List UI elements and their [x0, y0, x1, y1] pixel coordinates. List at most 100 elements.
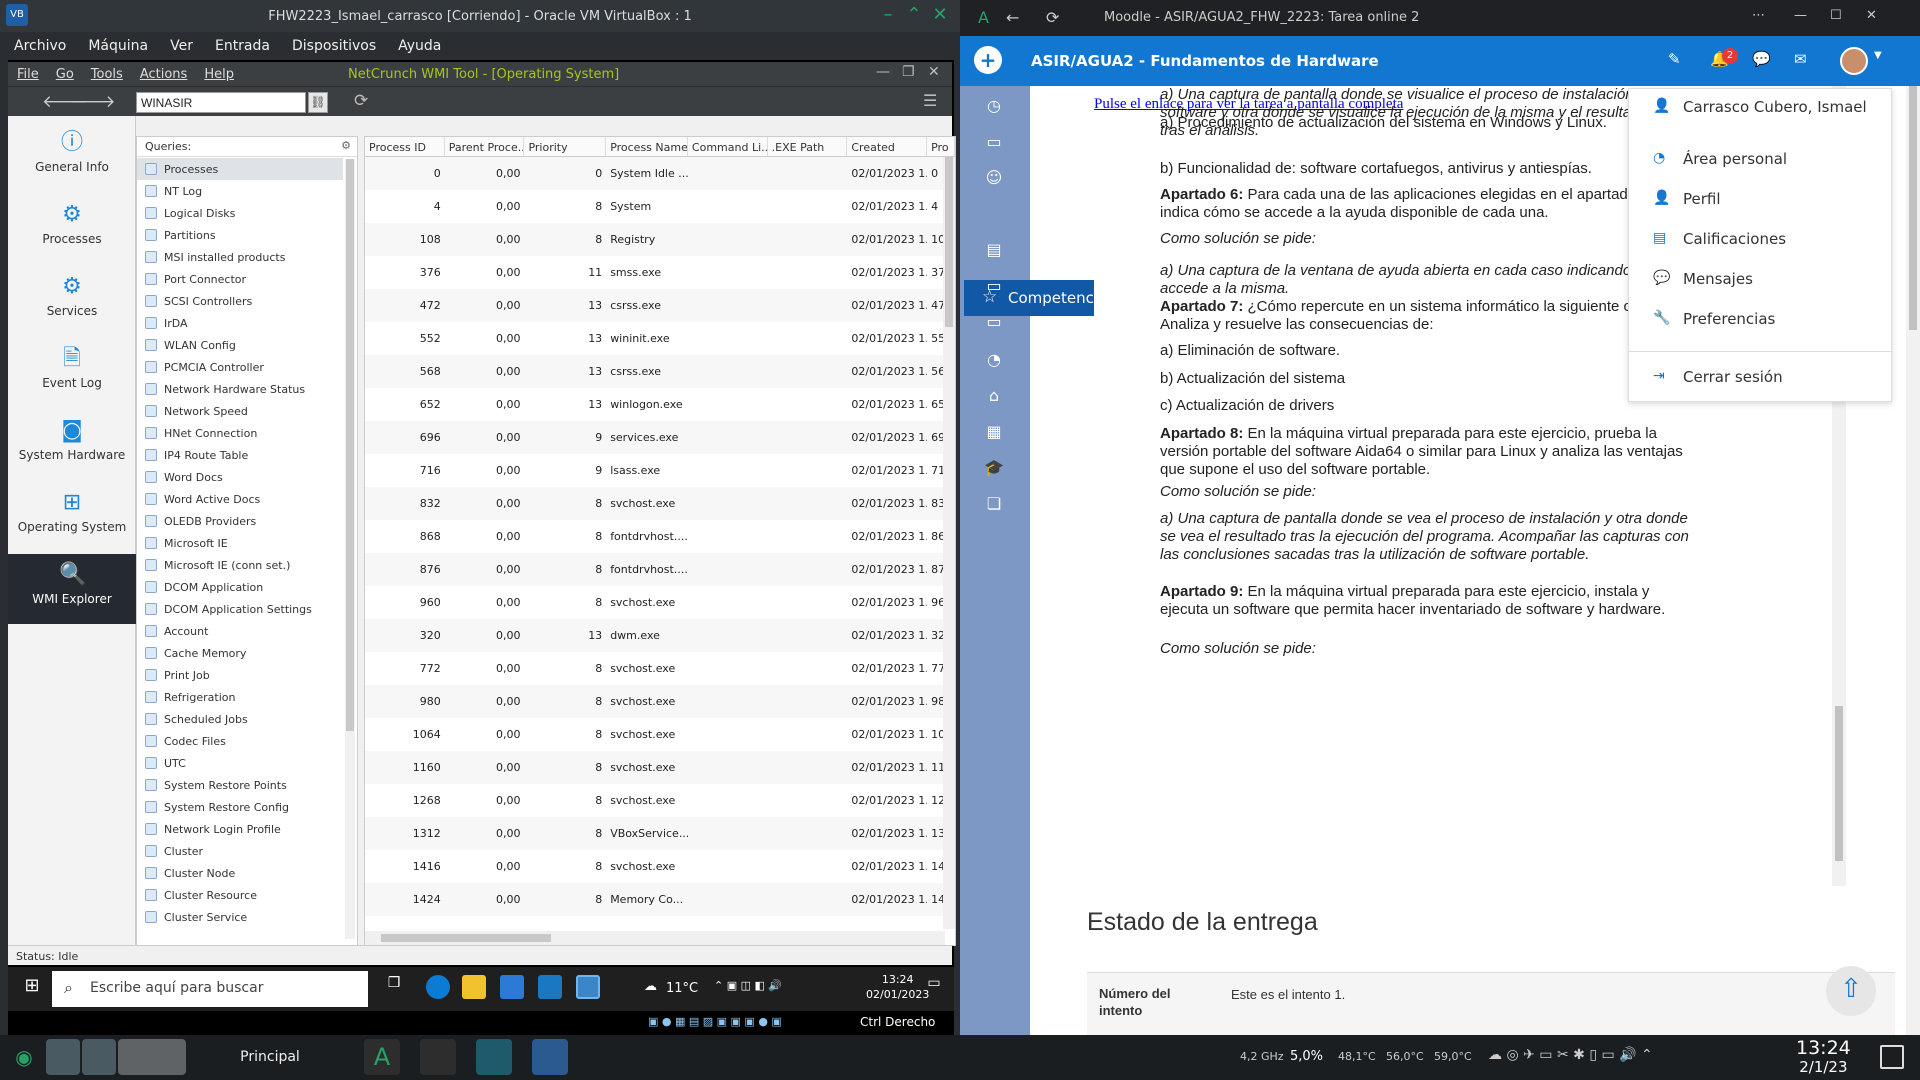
user-menu-mensajes[interactable]: 💬 Mensajes	[1629, 261, 1893, 297]
query-item[interactable]: Processes	[137, 158, 343, 180]
query-item[interactable]: Cache Memory	[137, 642, 343, 664]
query-item[interactable]: System Restore Config	[137, 796, 343, 818]
column-header[interactable]: Command Li...	[688, 137, 768, 156]
nav-event-log[interactable]: 🗎 Event Log	[8, 338, 136, 408]
table-row[interactable]: 13120,008VBoxService....02/01/2023 1...1…	[365, 817, 955, 850]
column-header[interactable]: Process ID	[365, 137, 445, 156]
table-row[interactable]: 14160,008svchost.exe02/01/2023 1...141	[365, 850, 955, 883]
nav-wmi-explorer[interactable]: 🔍 WMI Explorer	[8, 554, 136, 624]
query-item[interactable]: Word Active Docs	[137, 488, 343, 510]
table-row[interactable]: 8760,008fontdrvhost....02/01/2023 1...87…	[365, 553, 955, 586]
store-icon[interactable]	[500, 975, 524, 999]
edge-icon[interactable]	[426, 975, 450, 999]
query-item[interactable]: Microsoft IE (conn set.)	[137, 554, 343, 576]
pin-icon[interactable]: ✎	[1668, 50, 1681, 68]
minimize-icon[interactable]: –	[876, 4, 900, 25]
folder-icon[interactable]: ▭	[983, 132, 1005, 154]
query-item[interactable]: System Restore Points	[137, 774, 343, 796]
query-item[interactable]: Network Hardware Status	[137, 378, 343, 400]
users-icon[interactable]: ☺	[983, 168, 1005, 190]
virtualbox-icon[interactable]	[532, 1039, 568, 1075]
nav-system-hardware[interactable]: ◙ System Hardware	[8, 410, 136, 480]
queries-scrollbar[interactable]	[345, 159, 355, 939]
table-row[interactable]: 8320,008svchost.exe02/01/2023 1...832	[365, 487, 955, 520]
table-row[interactable]: 00,000System Idle ...02/01/2023 1...0	[365, 157, 955, 190]
table-row[interactable]: 7720,008svchost.exe02/01/2023 1...772	[365, 652, 955, 685]
query-item[interactable]: Cluster Node	[137, 862, 343, 884]
query-item[interactable]: IP4 Route Table	[137, 444, 343, 466]
link-icon[interactable]: ⛓	[308, 92, 328, 113]
query-item[interactable]: Network Login Profile	[137, 818, 343, 840]
tray-icons[interactable]: ⌃ ▣ ◫ ◧ 🔊	[714, 979, 782, 992]
chevron-down-icon[interactable]: ▼	[1874, 50, 1882, 61]
minimize-icon[interactable]: —	[1794, 8, 1807, 23]
app-launcher-icon[interactable]: ◉	[6, 1039, 42, 1075]
query-item[interactable]: OLEDB Providers	[137, 510, 343, 532]
user-menu-name[interactable]: 👤 Carrasco Cubero, Ismael	[1629, 89, 1893, 125]
table-row[interactable]: 5520,0013wininit.exe02/01/2023 1...552	[365, 322, 955, 355]
maximize-icon[interactable]: ⌃	[902, 4, 926, 25]
dashboard-icon[interactable]: ◔	[983, 350, 1005, 372]
menu-ayuda[interactable]: Ayuda	[398, 38, 441, 54]
app-icon-a[interactable]: A	[364, 1039, 400, 1075]
column-header[interactable]: Parent Proce...	[445, 137, 525, 156]
computer-address-input[interactable]	[136, 92, 306, 113]
menu-help[interactable]: Help	[204, 67, 234, 82]
query-item[interactable]: Word Docs	[137, 466, 343, 488]
menu-ver[interactable]: Ver	[170, 38, 193, 54]
home-icon[interactable]: ⌂	[983, 386, 1005, 408]
table-row[interactable]: 6520,0013winlogon.exe02/01/2023 1...652	[365, 388, 955, 421]
desktop-3[interactable]	[118, 1039, 186, 1075]
table-row[interactable]: 6960,009services.exe02/01/2023 1...696	[365, 421, 955, 454]
table-row[interactable]: 7160,009lsass.exe02/01/2023 1...716	[365, 454, 955, 487]
table-row[interactable]: 10640,008svchost.exe02/01/2023 1...106	[365, 718, 955, 751]
menu-tools[interactable]: Tools	[91, 67, 123, 82]
minimize-icon[interactable]: —	[876, 64, 890, 80]
table-row[interactable]: 11600,008svchost.exe02/01/2023 1...116	[365, 751, 955, 784]
reload-icon[interactable]: ⟳	[1046, 8, 1059, 27]
table-row[interactable]: 3200,0013dwm.exe02/01/2023 1...320	[365, 619, 955, 652]
user-menu-preferencias[interactable]: 🔧 Preferencias	[1629, 301, 1893, 337]
close-icon[interactable]: ✕	[928, 64, 940, 80]
search-input[interactable]: ⌕ Escribe aquí para buscar	[52, 971, 368, 1007]
query-item[interactable]: Microsoft IE	[137, 532, 343, 554]
query-item[interactable]: Print Job	[137, 664, 343, 686]
table-vertical-scrollbar[interactable]	[943, 157, 955, 929]
table-row[interactable]: 12680,008svchost.exe02/01/2023 1...126	[365, 784, 955, 817]
files-icon[interactable]	[476, 1039, 512, 1075]
query-item[interactable]: MSI installed products	[137, 246, 343, 268]
folder-icon[interactable]: ▭	[983, 312, 1005, 334]
table-row[interactable]: 40,008System02/01/2023 1...4	[365, 190, 955, 223]
desktop-1[interactable]	[46, 1039, 80, 1075]
course-title[interactable]: ASIR/AGUA2 - Fundamentos de Hardware	[1031, 52, 1379, 70]
chat-icon[interactable]: 💬	[1752, 50, 1771, 68]
query-item[interactable]: NT Log	[137, 180, 343, 202]
menu-file[interactable]: File	[17, 67, 39, 82]
menu-maquina[interactable]: Máquina	[88, 38, 148, 54]
query-item[interactable]: Codec Files	[137, 730, 343, 752]
host-clock[interactable]: 13:24 2/1/23	[1796, 1039, 1851, 1077]
query-item[interactable]: DCOM Application Settings	[137, 598, 343, 620]
nav-services[interactable]: ⚙ Services	[8, 266, 136, 336]
back-arrow-icon[interactable]: ←	[1006, 8, 1019, 27]
maximize-icon[interactable]: ☐	[1830, 8, 1842, 23]
device-icons[interactable]: ▣ ● ▦ ▤ ▨ ▣ ▣ ▣ ● ▣	[648, 1015, 782, 1028]
user-menu-calificaciones[interactable]: ▤ Calificaciones	[1629, 221, 1893, 257]
mail-icon[interactable]: ✉	[1794, 50, 1807, 68]
query-item[interactable]: Network Speed	[137, 400, 343, 422]
file-explorer-icon[interactable]	[462, 975, 486, 999]
table-row[interactable]: 9800,008svchost.exe02/01/2023 1...980	[365, 685, 955, 718]
system-tray-icons[interactable]: ☁ ◎ ✈ ▭ ✂ ✱ ▯ ▭ 🔊 ⌃	[1488, 1047, 1653, 1063]
column-header[interactable]: .EXE Path	[768, 137, 848, 156]
query-item[interactable]: PCMCIA Controller	[137, 356, 343, 378]
layers-icon[interactable]	[420, 1039, 456, 1075]
clock-icon[interactable]: ◷	[983, 96, 1005, 118]
close-icon[interactable]: ✕	[928, 4, 952, 25]
table-row[interactable]: 8680,008fontdrvhost....02/01/2023 1...86…	[365, 520, 955, 553]
options-icon[interactable]: ⋯	[1752, 8, 1765, 23]
query-item[interactable]: DCOM Application	[137, 576, 343, 598]
column-header[interactable]: Priority	[524, 137, 607, 156]
menu-actions[interactable]: Actions	[140, 67, 188, 82]
book-icon[interactable]: ▤	[983, 240, 1005, 262]
show-desktop-icon[interactable]	[1880, 1045, 1904, 1069]
